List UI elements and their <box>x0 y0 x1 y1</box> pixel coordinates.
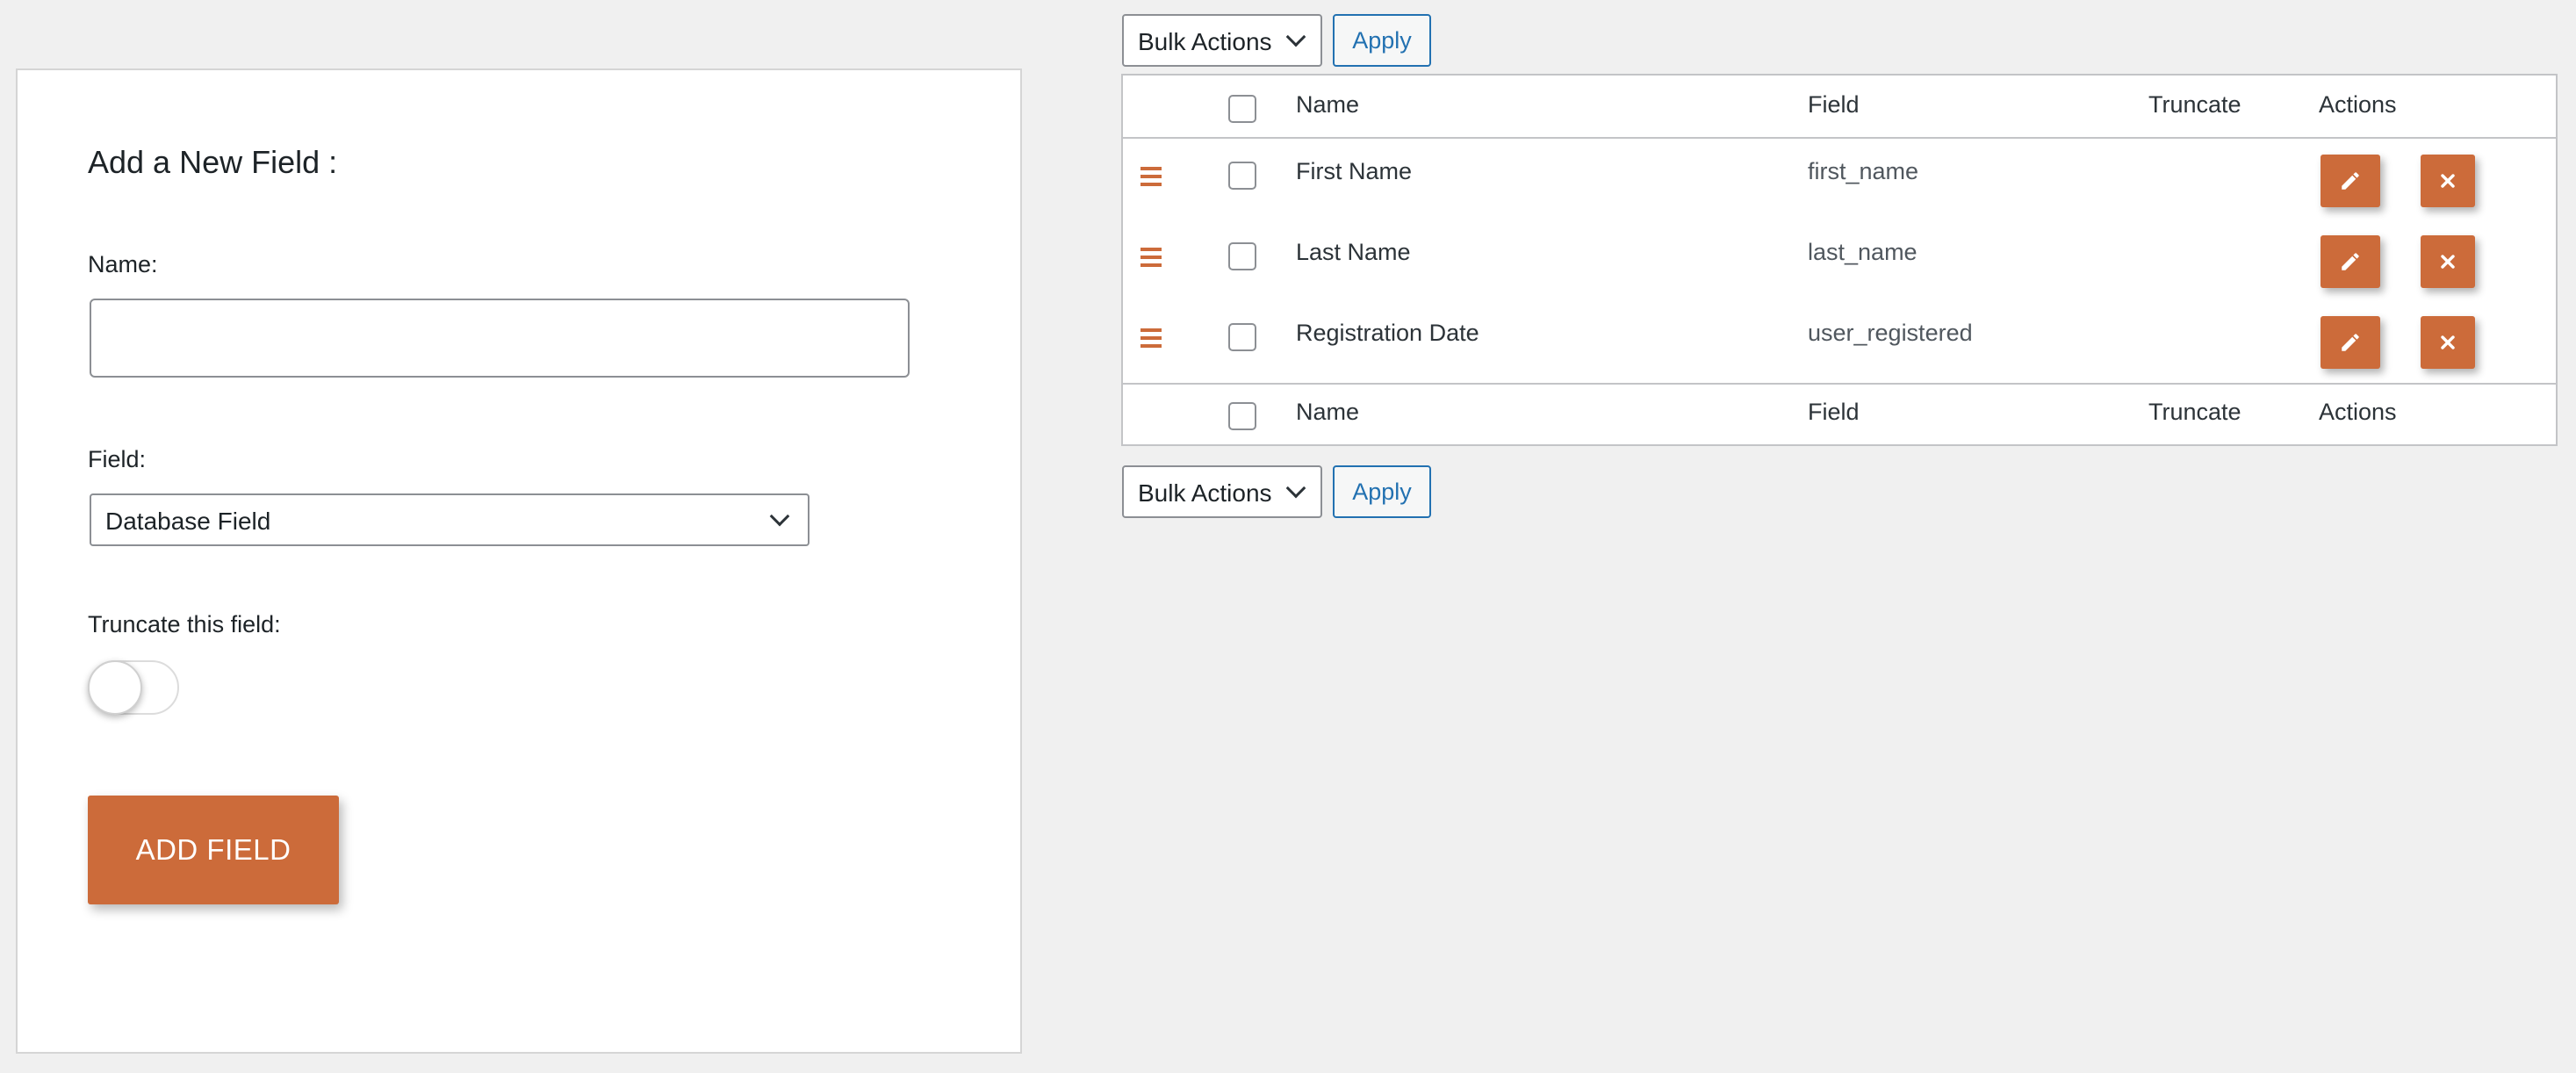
delete-button[interactable] <box>2421 155 2475 207</box>
name-label: Name: <box>88 251 158 277</box>
close-icon <box>2441 335 2455 349</box>
field-select[interactable]: Database Field <box>90 493 809 546</box>
delete-button[interactable] <box>2421 316 2475 369</box>
drag-handle-icon[interactable] <box>1140 248 1162 267</box>
bulk-actions-select-bottom[interactable]: Bulk Actions <box>1122 465 1322 518</box>
add-field-button[interactable]: ADD FIELD <box>88 796 339 904</box>
column-footer-field[interactable]: Field <box>1808 399 1860 426</box>
page: Add a New Field : Name: Field: Database … <box>0 0 2576 1073</box>
bulk-actions-label: Bulk Actions <box>1138 479 1272 507</box>
pencil-icon <box>2342 253 2359 270</box>
column-footer-actions: Actions <box>2319 399 2397 425</box>
field-select-value: Database Field <box>105 508 271 535</box>
column-header-actions: Actions <box>2319 91 2397 118</box>
panel-title: Add a New Field : <box>88 144 338 180</box>
delete-button[interactable] <box>2421 235 2475 288</box>
row-name: First Name <box>1296 158 1413 184</box>
row-checkbox[interactable] <box>1228 242 1256 270</box>
header-divider <box>1123 137 2556 139</box>
pencil-icon <box>2342 334 2359 351</box>
row-name: Last Name <box>1296 239 1411 265</box>
row-checkbox[interactable] <box>1228 162 1256 190</box>
row-field: last_name <box>1808 239 1918 265</box>
bulk-actions-select-top[interactable]: Bulk Actions <box>1122 14 1322 67</box>
chevron-down-icon <box>769 506 790 527</box>
chevron-down-icon <box>1285 26 1306 47</box>
column-header-truncate[interactable]: Truncate <box>2148 91 2241 119</box>
name-input[interactable] <box>90 299 910 378</box>
select-all-checkbox-footer[interactable] <box>1228 402 1256 430</box>
column-footer-name[interactable]: Name <box>1296 399 1359 426</box>
row-field: user_registered <box>1808 320 1973 346</box>
close-icon <box>2441 255 2455 269</box>
edit-button[interactable] <box>2321 155 2380 207</box>
edit-button[interactable] <box>2321 235 2380 288</box>
drag-handle-icon[interactable] <box>1140 328 1162 348</box>
pencil-icon <box>2342 172 2359 190</box>
row-name: Registration Date <box>1296 320 1479 346</box>
row-checkbox[interactable] <box>1228 323 1256 351</box>
field-label: Field: <box>88 446 147 472</box>
chevron-down-icon <box>1285 478 1306 499</box>
edit-button[interactable] <box>2321 316 2380 369</box>
close-icon <box>2441 174 2455 188</box>
truncate-label: Truncate this field: <box>88 611 281 637</box>
bulk-actions-label: Bulk Actions <box>1138 28 1272 55</box>
drag-handle-icon[interactable] <box>1140 167 1162 186</box>
toggle-knob <box>88 660 142 715</box>
row-field: first_name <box>1808 158 1919 184</box>
select-all-checkbox[interactable] <box>1228 95 1256 123</box>
column-header-name[interactable]: Name <box>1296 91 1359 119</box>
add-field-panel: Add a New Field : Name: Field: Database … <box>16 68 1022 1054</box>
column-header-field[interactable]: Field <box>1808 91 1860 119</box>
apply-button-bottom[interactable]: Apply <box>1333 465 1431 518</box>
column-footer-truncate[interactable]: Truncate <box>2148 399 2241 426</box>
truncate-toggle[interactable] <box>88 660 179 715</box>
fields-table: Name Field Truncate Actions First Name f… <box>1121 74 2558 446</box>
apply-button-top[interactable]: Apply <box>1333 14 1431 67</box>
footer-divider <box>1123 383 2556 385</box>
